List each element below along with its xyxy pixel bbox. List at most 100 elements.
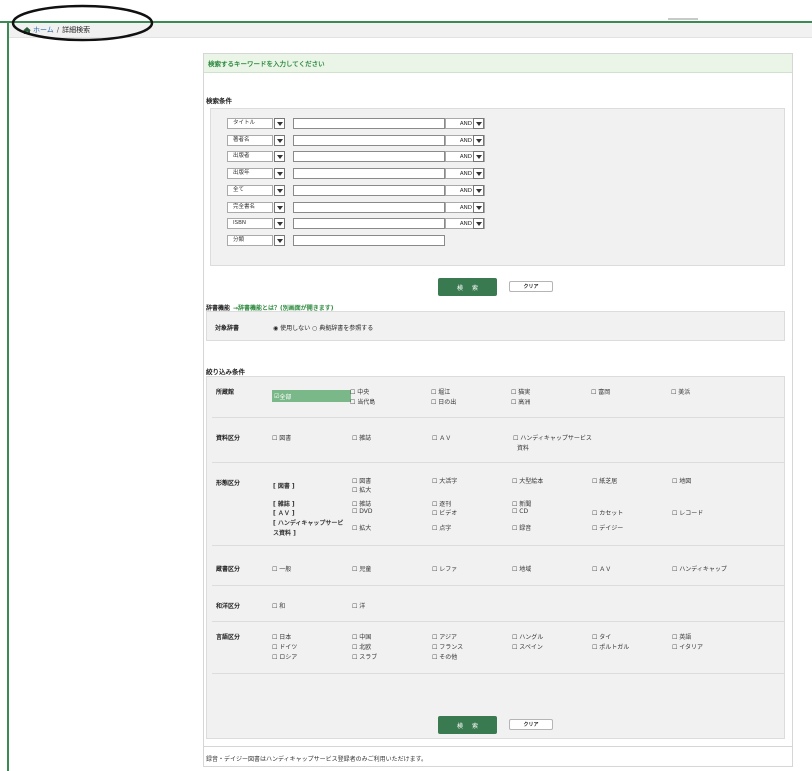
format-checkbox[interactable]: ☐ 新聞 [512,499,531,508]
clear-button-bottom[interactable]: クリア [509,719,553,730]
chevron-down-icon[interactable] [274,168,285,179]
library-checkbox[interactable]: ☐ 当代島 [350,397,375,406]
criteria-field-select[interactable]: ISBN [227,218,273,229]
material-checkbox[interactable]: ☐ ハンディキャップサービス [513,433,592,442]
keyword-input[interactable] [293,118,445,129]
library-checkbox[interactable]: ☐ 高洲 [511,397,530,406]
chevron-down-icon[interactable] [274,118,285,129]
collection-checkbox[interactable]: ☐ 地域 [512,564,531,573]
language-checkbox[interactable]: ☐ 英語 [672,632,691,641]
chevron-down-icon[interactable] [473,185,484,196]
language-checkbox[interactable]: ☐ アジア [432,632,457,641]
keyword-input[interactable] [293,151,445,162]
language-checkbox[interactable]: ☐ ロシア [272,652,297,661]
language-checkbox[interactable]: ☐ タイ [592,632,611,641]
search-button-bottom[interactable]: 検索 [438,716,497,734]
library-checkbox[interactable]: ☐ 猫実 [511,387,530,396]
material-checkbox[interactable]: ☐ 雑誌 [352,433,371,442]
home-icon[interactable] [23,26,31,34]
format-checkbox[interactable]: ☐ 拡大 [352,485,371,494]
language-checkbox[interactable]: ☐ ドイツ [272,642,297,651]
format-checkbox[interactable]: ☐ CD [512,508,528,515]
format-checkbox[interactable]: ☐ 大活字 [432,476,457,485]
language-checkbox[interactable]: ☐ スペイン [512,642,543,651]
keyword-input[interactable] [293,235,445,246]
breadcrumb-home-link[interactable]: ホーム [33,25,54,35]
language-checkbox[interactable]: ☐ スラブ [352,652,377,661]
collection-checkbox[interactable]: ☐ 一般 [272,564,291,573]
format-checkbox[interactable]: ☐ 点字 [432,523,451,532]
format-checkbox[interactable]: ☐ 地図 [672,476,691,485]
collection-checkbox[interactable]: ☐ ＡＶ [592,564,611,573]
language-checkbox[interactable]: ☐ 北欧 [352,642,371,651]
keyword-input[interactable] [293,185,445,196]
keyword-input[interactable] [293,202,445,213]
origin-checkbox[interactable]: ☐ 洋 [352,601,365,610]
chevron-down-icon[interactable] [274,151,285,162]
criteria-field-select[interactable]: 出版年 [227,168,273,179]
language-checkbox[interactable]: ☐ フランス [432,642,463,651]
language-checkbox[interactable]: ☐ 日本 [272,632,291,641]
library-checkbox[interactable]: ☐ 堀江 [431,387,450,396]
language-checkbox[interactable]: ☐ ハングル [512,632,543,641]
keyword-input[interactable] [293,135,445,146]
chevron-down-icon[interactable] [274,135,285,146]
chevron-down-icon[interactable] [473,118,484,129]
collection-checkbox[interactable]: ☐ ハンディキャップ [672,564,727,573]
language-checkbox[interactable]: ☐ イタリア [672,642,703,651]
keyword-input[interactable] [293,218,445,229]
format-checkbox[interactable]: ☐ 拡大 [352,523,371,532]
format-checkbox[interactable]: ☐ 逐刊 [432,499,451,508]
criteria-field-select[interactable]: 全て [227,185,273,196]
operator-select[interactable]: AND [445,202,485,213]
material-checkbox[interactable]: ☐ ＡＶ [432,433,451,442]
dictionary-radio-group[interactable]: ◉ 使用しない ○ 典拠辞書を参照する [273,323,373,332]
criteria-field-select[interactable]: 分類 [227,235,273,246]
sidebar-rule [7,22,9,771]
criteria-field-select[interactable]: 出版者 [227,151,273,162]
keyword-input[interactable] [293,168,445,179]
operator-select[interactable]: AND [445,185,485,196]
format-checkbox[interactable]: ☐ 紙芝居 [592,476,617,485]
format-checkbox[interactable]: ☐ カセット [592,508,623,517]
chevron-down-icon[interactable] [473,135,484,146]
format-checkbox[interactable]: ☐ DVD [352,508,373,515]
language-checkbox[interactable]: ☐ その他 [432,652,457,661]
format-checkbox[interactable]: ☐ 雑誌 [352,499,371,508]
chevron-down-icon[interactable] [274,202,285,213]
library-checkbox[interactable]: ☐ 日の出 [431,397,456,406]
chevron-down-icon[interactable] [274,185,285,196]
library-checkbox[interactable]: ☐ 富岡 [591,387,610,396]
format-checkbox[interactable]: ☐ 録音 [512,523,531,532]
operator-select[interactable]: AND [445,151,485,162]
chevron-down-icon[interactable] [473,168,484,179]
operator-select[interactable]: AND [445,135,485,146]
material-checkbox[interactable]: ☐ 図書 [272,433,291,442]
origin-checkbox[interactable]: ☐ 和 [272,601,285,610]
library-checkbox[interactable]: ☐ 中央 [350,387,369,396]
operator-select[interactable]: AND [445,218,485,229]
search-button[interactable]: 検索 [438,278,497,296]
format-checkbox[interactable]: ☐ デイジー [592,523,623,532]
chevron-down-icon[interactable] [473,218,484,229]
library-checkbox[interactable]: ☐ 美浜 [671,387,690,396]
format-checkbox[interactable]: ☐ レコード [672,508,703,517]
chevron-down-icon[interactable] [473,202,484,213]
criteria-field-select[interactable]: 完全書名 [227,202,273,213]
language-checkbox[interactable]: ☐ ポルトガル [592,642,629,651]
collection-checkbox[interactable]: ☐ レファ [432,564,457,573]
format-checkbox[interactable]: ☐ 大型絵本 [512,476,543,485]
chevron-down-icon[interactable] [274,218,285,229]
operator-select[interactable]: AND [445,118,485,129]
criteria-field-select[interactable]: タイトル [227,118,273,129]
collection-checkbox[interactable]: ☐ 児童 [352,564,371,573]
format-checkbox[interactable]: ☐ 図書 [352,476,371,485]
criteria-field-select[interactable]: 著者名 [227,135,273,146]
clear-button[interactable]: クリア [509,281,553,292]
format-checkbox[interactable]: ☐ ビデオ [432,508,457,517]
language-checkbox[interactable]: ☐ 中国 [352,632,371,641]
chevron-down-icon[interactable] [473,151,484,162]
operator-select[interactable]: AND [445,168,485,179]
library-all-checkbox[interactable]: ☑ 全部 [272,390,351,402]
chevron-down-icon[interactable] [274,235,285,246]
